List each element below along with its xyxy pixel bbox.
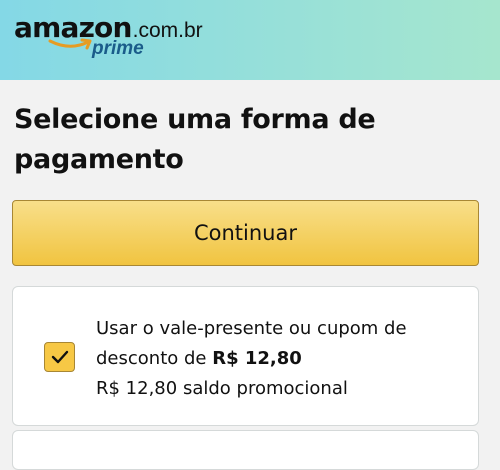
balance-amount: R$ 12,80 bbox=[96, 378, 178, 399]
header: amazon.com.br prime bbox=[0, 0, 500, 80]
smile-arrow-icon bbox=[48, 38, 92, 50]
gift-card-amount: R$ 12,80 bbox=[212, 348, 302, 369]
continue-button[interactable]: Continuar bbox=[12, 200, 479, 266]
continue-button-label: Continuar bbox=[193, 221, 297, 245]
page-title: Selecione uma forma de pagamento bbox=[14, 104, 376, 175]
check-icon bbox=[51, 350, 68, 364]
gift-card-option: Usar o vale-presente ou cupom de descont… bbox=[12, 286, 479, 426]
logo-prime-text: prime bbox=[92, 38, 144, 59]
balance-label: saldo promocional bbox=[182, 378, 348, 399]
gift-card-description: Usar o vale-presente ou cupom de descont… bbox=[96, 314, 476, 404]
gift-card-checkbox[interactable] bbox=[44, 342, 75, 372]
amazon-prime-logo[interactable]: amazon.com.br prime bbox=[14, 14, 203, 60]
next-payment-option-card bbox=[12, 430, 479, 470]
